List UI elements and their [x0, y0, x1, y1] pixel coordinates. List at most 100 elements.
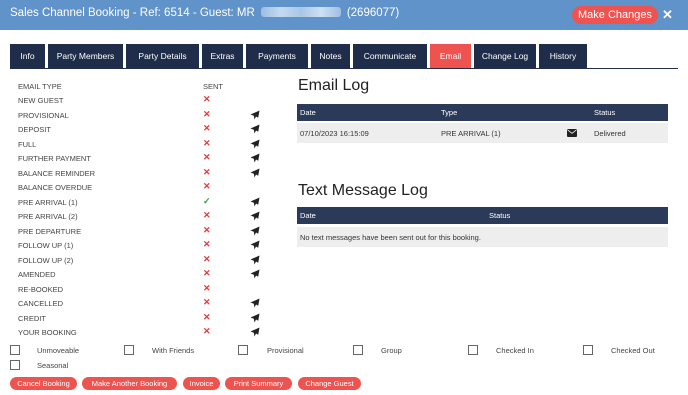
email-log-header: Date Type Status [297, 104, 668, 121]
checked-out-label: Checked Out [611, 346, 655, 355]
tab-communicate[interactable]: Communicate [353, 44, 427, 68]
not-sent-cross-icon: ✕ [203, 282, 211, 293]
not-sent-cross-icon: ✕ [203, 123, 211, 133]
send-email-icon[interactable] [250, 139, 260, 149]
checked-out-checkbox[interactable] [583, 345, 593, 355]
email-type-label: PROVISIONAL [18, 110, 69, 120]
text-log-heading: Text Message Log [298, 182, 428, 199]
unmoveable-checkbox[interactable] [10, 345, 20, 355]
envelope-icon[interactable] [567, 129, 577, 137]
text-log-col-status: Status [489, 211, 511, 220]
tab-change-log[interactable]: Change Log [474, 44, 536, 68]
email-type-header: EMAIL TYPE [18, 82, 62, 91]
send-email-icon[interactable] [250, 327, 260, 337]
email-type-label: AMENDED [18, 270, 56, 279]
not-sent-cross-icon: ✕ [203, 311, 211, 322]
email-log-date: 07/10/2023 16:15:09 [300, 129, 369, 138]
provisional-label: Provisional [267, 346, 304, 355]
email-type-row: CANCELLED ✕ [0, 297, 280, 311]
email-log-status: Delivered [594, 129, 626, 138]
tab-party-members[interactable]: Party Members [48, 44, 123, 68]
title-ref: (2696077) [346, 7, 400, 19]
not-sent-cross-icon: ✕ [203, 210, 211, 220]
email-type-row: PRE DEPARTURE ✕ [0, 225, 280, 239]
not-sent-cross-icon: ✕ [203, 166, 211, 177]
tab-divider [10, 68, 678, 69]
invoice-button[interactable]: Invoice [183, 377, 220, 390]
send-email-icon[interactable] [250, 211, 260, 221]
make-another-booking-button[interactable]: Make Another Booking [82, 377, 177, 390]
email-type-row: PRE ARRIVAL (2) ✕ [0, 210, 280, 224]
not-sent-cross-icon: ✕ [203, 152, 211, 162]
tab-notes[interactable]: Notes [311, 44, 350, 68]
send-email-icon[interactable] [250, 153, 260, 163]
not-sent-cross-icon: ✕ [203, 297, 211, 307]
email-type-label: PRE ARRIVAL (1) [18, 197, 78, 207]
seasonal-checkbox[interactable] [10, 360, 20, 370]
send-email-icon[interactable] [250, 240, 260, 250]
email-type-label: FOLLOW UP (1) [18, 241, 74, 250]
change-guest-button[interactable]: Change Guest [298, 377, 361, 390]
with-friends-checkbox[interactable] [124, 345, 134, 355]
email-type-row: FURTHER PAYMENT ✕ [0, 152, 280, 166]
email-type-label: YOUR BOOKING [18, 328, 77, 337]
email-log-heading: Email Log [298, 77, 370, 94]
not-sent-cross-icon: ✕ [203, 224, 211, 235]
modal-header: Sales Channel Booking - Ref: 6514 - Gues… [0, 0, 688, 30]
send-email-icon[interactable] [250, 269, 260, 279]
send-email-icon[interactable] [250, 313, 260, 323]
not-sent-cross-icon: ✕ [203, 268, 211, 278]
email-log-col-date: Date [300, 108, 316, 117]
not-sent-cross-icon: ✕ [203, 137, 211, 148]
send-email-icon[interactable] [250, 168, 260, 178]
email-type-label: PRE DEPARTURE [18, 226, 82, 236]
group-checkbox[interactable] [353, 345, 363, 355]
not-sent-cross-icon: ✕ [203, 326, 211, 336]
not-sent-cross-icon: ✕ [203, 108, 211, 119]
email-type-row: PRE ARRIVAL (1) ✓ [0, 196, 280, 210]
not-sent-cross-icon: ✕ [203, 253, 211, 264]
send-email-icon[interactable] [250, 110, 260, 120]
not-sent-cross-icon: ✕ [203, 94, 211, 104]
email-type-label: RE-BOOKED [18, 284, 64, 294]
email-type-row: FOLLOW UP (2) ✕ [0, 254, 280, 268]
close-icon[interactable]: ✕ [662, 7, 673, 23]
print-summary-button[interactable]: Print Summary [225, 377, 292, 390]
tab-extras[interactable]: Extras [202, 44, 243, 68]
tab-info[interactable]: Info [10, 44, 45, 68]
send-email-icon[interactable] [250, 124, 260, 134]
checked-in-checkbox[interactable] [468, 345, 478, 355]
make-changes-button[interactable]: Make Changes [572, 6, 658, 24]
provisional-checkbox[interactable] [238, 345, 248, 355]
sent-header: SENT [203, 82, 224, 91]
text-log-empty-message: No text messages have been sent out for … [300, 233, 481, 242]
tab-payments[interactable]: Payments [246, 44, 308, 68]
email-type-label: FOLLOW UP (2) [18, 255, 74, 265]
tab-email[interactable]: Email [430, 44, 471, 68]
email-type-row: RE-BOOKED ✕ [0, 283, 280, 297]
email-type-row: BALANCE REMINDER ✕ [0, 167, 280, 181]
send-email-icon[interactable] [250, 298, 260, 308]
email-log-col-status: Status [594, 108, 616, 117]
email-type-label: BALANCE REMINDER [18, 168, 96, 178]
email-type-row: PROVISIONAL ✕ [0, 109, 280, 123]
not-sent-cross-icon: ✕ [203, 239, 211, 249]
text-log-header: Date Status [297, 207, 668, 224]
sent-check-icon: ✓ [203, 195, 211, 206]
send-email-icon[interactable] [250, 197, 260, 207]
unmoveable-label: Unmoveable [37, 346, 80, 355]
email-type-row: FOLLOW UP (1) ✕ [0, 239, 280, 253]
email-type-label: NEW GUEST [18, 96, 64, 105]
email-type-label: CANCELLED [18, 299, 64, 308]
send-email-icon[interactable] [250, 226, 260, 236]
tab-party-details[interactable]: Party Details [126, 44, 199, 68]
send-email-icon[interactable] [250, 255, 260, 265]
not-sent-cross-icon: ✕ [203, 181, 211, 191]
cancel-booking-button[interactable]: Cancel Booking [10, 377, 77, 390]
email-type-row: BALANCE OVERDUE ✕ [0, 181, 280, 195]
email-type-label: FULL [18, 139, 37, 149]
email-type-label: DEPOSIT [18, 125, 51, 134]
email-type-row: NEW GUEST ✕ [0, 94, 280, 108]
email-log-type: PRE ARRIVAL (1) [441, 129, 501, 138]
tab-history[interactable]: History [539, 44, 587, 68]
